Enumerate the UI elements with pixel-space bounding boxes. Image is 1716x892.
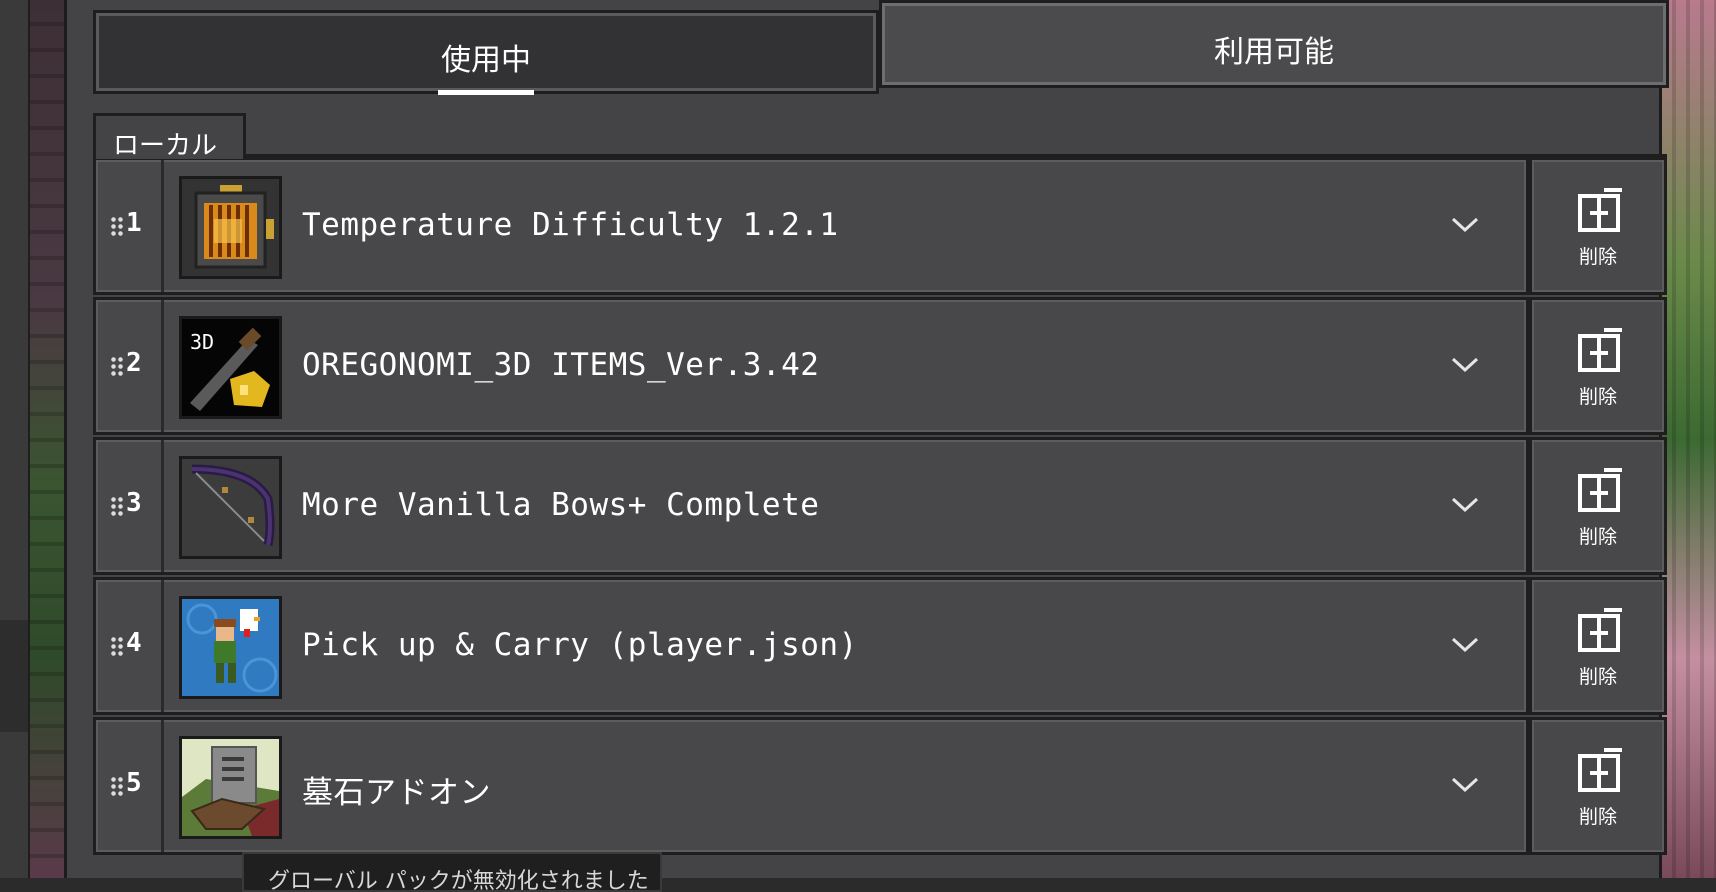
- pack-index: 1: [126, 208, 142, 238]
- pack-name: Temperature Difficulty 1.2.1: [302, 207, 839, 243]
- drag-handle-icon: [110, 636, 124, 658]
- gravestone-pack-icon: [179, 736, 282, 839]
- 3d-items-pack-icon: 3D: [179, 316, 282, 419]
- tab-active-underline: [438, 90, 534, 95]
- pack-name: Pick up & Carry (player.json): [302, 627, 858, 663]
- remove-label: 削除: [1578, 386, 1617, 408]
- pack-index: 3: [126, 488, 142, 518]
- pack-index: 2: [126, 348, 142, 378]
- remove-icon: [1578, 608, 1622, 652]
- remove-icon: [1578, 748, 1622, 792]
- carry-pack-icon: [179, 596, 282, 699]
- chevron-down-icon[interactable]: [1450, 492, 1480, 516]
- bow-pack-icon: [179, 456, 282, 559]
- drag-handle[interactable]: 4: [96, 580, 164, 712]
- list-item: 3 More Vanilla Bows+ Complete 削除: [93, 437, 1667, 575]
- pack-row-5[interactable]: 5 墓石アドオン: [93, 717, 1529, 855]
- remove-label: 削除: [1578, 246, 1617, 268]
- remove-label: 削除: [1578, 806, 1617, 828]
- remove-label: 削除: [1578, 526, 1617, 548]
- lantern-pack-icon: [179, 176, 282, 279]
- drag-handle-icon: [110, 496, 124, 518]
- list-item: 5 墓石アドオン 削除: [93, 717, 1667, 855]
- toast-notification: グローバル パックが無効化されました: [242, 852, 662, 892]
- tab-available-packs[interactable]: 利用可能: [879, 0, 1669, 88]
- remove-icon: [1578, 328, 1622, 372]
- active-pack-list: 1 Temperature Difficulty 1.2.1 削除 2 3D O…: [93, 154, 1667, 878]
- remove-label: 削除: [1578, 666, 1617, 688]
- pack-row-3[interactable]: 3 More Vanilla Bows+ Complete: [93, 437, 1529, 575]
- list-item: 2 3D OREGONOMI_3D ITEMS_Ver.3.42 削除: [93, 297, 1667, 435]
- chevron-down-icon[interactable]: [1450, 352, 1480, 376]
- pack-name: More Vanilla Bows+ Complete: [302, 487, 820, 523]
- pack-index: 5: [126, 768, 142, 798]
- remove-icon: [1578, 468, 1622, 512]
- drag-handle[interactable]: 1: [96, 160, 164, 292]
- pack-index: 4: [126, 628, 142, 658]
- background-window-edge: [0, 0, 30, 878]
- drag-handle-icon: [110, 776, 124, 798]
- drag-handle-icon: [110, 216, 124, 238]
- drag-handle[interactable]: 2: [96, 300, 164, 432]
- pack-row-4[interactable]: 4 Pick up & Carry (player.json): [93, 577, 1529, 715]
- list-item: 1 Temperature Difficulty 1.2.1 削除: [93, 157, 1667, 295]
- chevron-down-icon[interactable]: [1450, 632, 1480, 656]
- pack-name: OREGONOMI_3D ITEMS_Ver.3.42: [302, 347, 820, 383]
- remove-pack-button[interactable]: 削除: [1529, 437, 1667, 575]
- tab-active-label: 使用中: [441, 43, 531, 78]
- drag-handle-icon: [110, 356, 124, 378]
- background-scenery-right: [1662, 0, 1716, 878]
- section-tab-local[interactable]: ローカル: [93, 113, 246, 161]
- drag-handle[interactable]: 5: [96, 720, 164, 852]
- chevron-down-icon[interactable]: [1450, 212, 1480, 236]
- tab-available-label: 利用可能: [1214, 35, 1334, 70]
- resource-packs-panel: 使用中 利用可能 ローカル 1 Temperature Difficulty 1…: [64, 0, 1669, 878]
- drag-handle[interactable]: 3: [96, 440, 164, 572]
- svg-text:3D: 3D: [190, 330, 214, 354]
- pack-name: 墓石アドオン: [302, 775, 491, 811]
- list-item: 4 Pick up & Carry (player.json) 削除: [93, 577, 1667, 715]
- remove-icon: [1578, 188, 1622, 232]
- tab-active-packs[interactable]: 使用中: [93, 10, 879, 95]
- remove-pack-button[interactable]: 削除: [1529, 717, 1667, 855]
- remove-pack-button[interactable]: 削除: [1529, 297, 1667, 435]
- chevron-down-icon[interactable]: [1450, 772, 1480, 796]
- remove-pack-button[interactable]: 削除: [1529, 577, 1667, 715]
- pack-row-2[interactable]: 2 3D OREGONOMI_3D ITEMS_Ver.3.42: [93, 297, 1529, 435]
- remove-pack-button[interactable]: 削除: [1529, 157, 1667, 295]
- pack-row-1[interactable]: 1 Temperature Difficulty 1.2.1: [93, 157, 1529, 295]
